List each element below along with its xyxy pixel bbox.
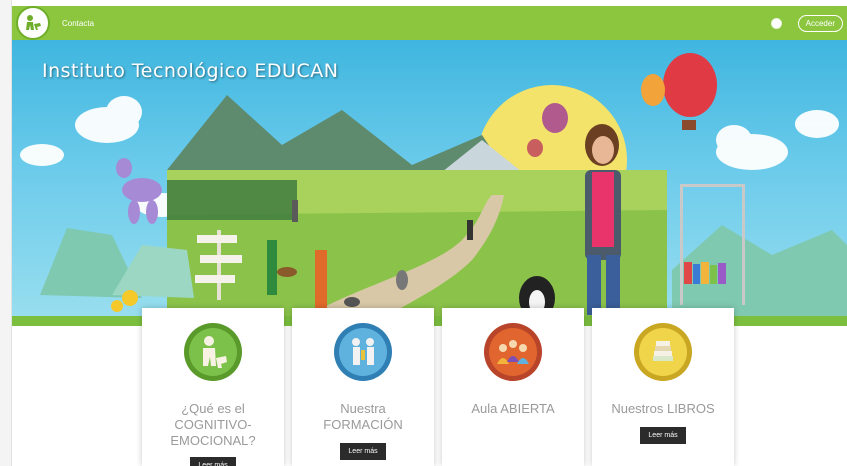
hero-title: Instituto Tecnológico EDUCAN — [42, 60, 339, 82]
hero-banner: Instituto Tecnológico EDUCAN — [12, 40, 847, 326]
card-title: ¿Qué es el COGNITIVO- EMOCIONAL? — [170, 401, 256, 448]
card-aula-abierta[interactable]: Aula ABIERTA — [442, 308, 584, 466]
hero-illustration — [12, 53, 847, 326]
top-navigation-bar: Contacta Acceder — [12, 6, 847, 40]
read-more-button[interactable]: Leer más — [340, 443, 386, 460]
dog-trainer-icon — [184, 323, 242, 381]
read-more-button[interactable]: Leer más — [190, 457, 236, 466]
nav-contact-link[interactable]: Contacta — [62, 19, 94, 28]
read-more-button[interactable]: Leer más — [640, 427, 686, 444]
feature-cards: ¿Qué es el COGNITIVO- EMOCIONAL? Leer má… — [142, 308, 736, 466]
logo-figure-icon — [26, 15, 41, 30]
group-icon — [484, 323, 542, 381]
language-globe-icon[interactable] — [770, 17, 782, 29]
browser-frame-edge — [0, 0, 12, 466]
card-title: Nuestros LIBROS — [611, 401, 715, 416]
card-nuestra-formacion[interactable]: Nuestra FORMACIÓN Leer más — [292, 308, 434, 466]
card-nuestros-libros[interactable]: Nuestros LIBROS Leer más — [592, 308, 734, 466]
books-icon — [634, 323, 692, 381]
card-cognitivo-emocional[interactable]: ¿Qué es el COGNITIVO- EMOCIONAL? Leer má… — [142, 308, 284, 466]
card-title: Aula ABIERTA — [471, 401, 555, 416]
login-button[interactable]: Acceder — [797, 14, 843, 32]
balloon-red — [663, 53, 717, 130]
card-title: Nuestra FORMACIÓN — [323, 401, 403, 432]
educan-logo[interactable] — [16, 6, 50, 40]
people-icon — [334, 323, 392, 381]
